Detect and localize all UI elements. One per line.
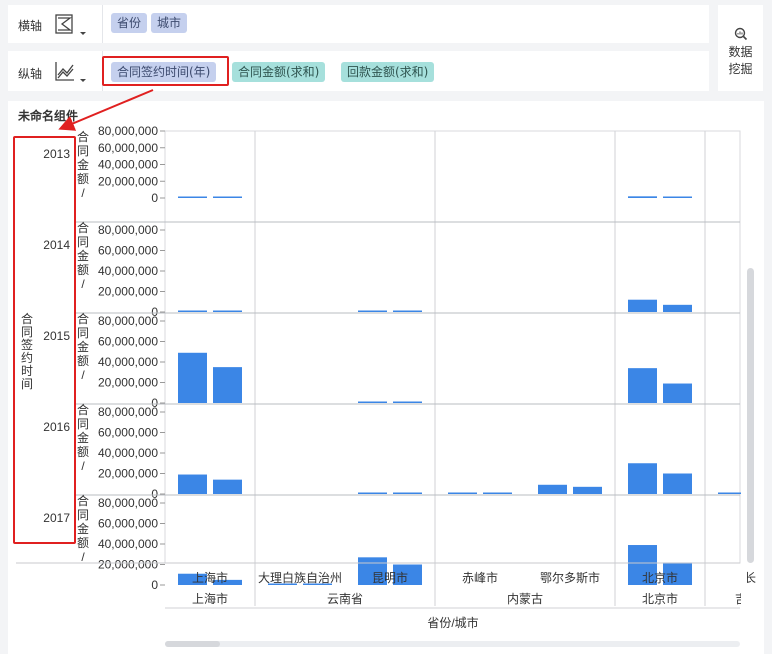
highlight-arrow [58, 89, 154, 131]
